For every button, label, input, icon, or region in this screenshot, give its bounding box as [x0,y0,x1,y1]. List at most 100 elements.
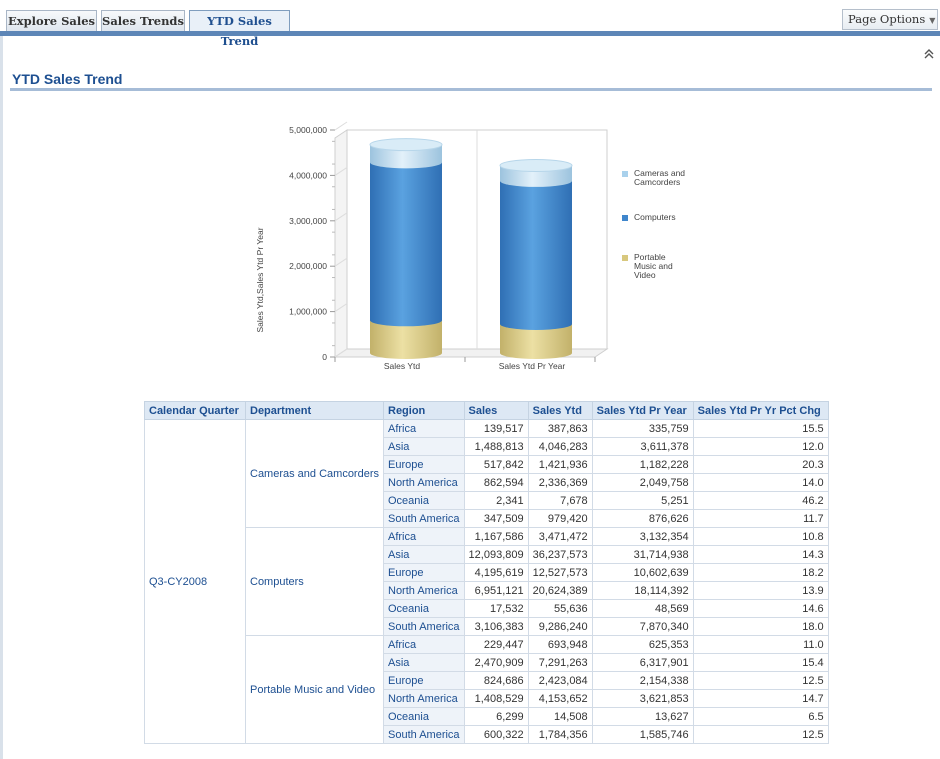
legend-swatch [622,171,628,177]
sales-ytd-cell: 979,420 [527,509,593,528]
region-cell[interactable]: South America [383,617,465,636]
col-header-sales[interactable]: Sales [463,401,529,420]
plot-left-wall [334,129,348,358]
double-chevron-up-icon[interactable] [922,48,936,62]
sales-ytd-pr-year-cell: 1,182,228 [591,455,694,474]
sales-ytd-cell: 36,237,573 [527,545,593,564]
sales-ytd-cell: 4,153,652 [527,689,593,708]
region-cell[interactable]: South America [383,725,465,744]
page-options-button[interactable]: Page Options ▼ [842,9,938,30]
region-cell[interactable]: Asia [383,437,465,456]
sales-ytd-cell: 387,863 [527,419,593,438]
region-cell[interactable]: Africa [383,419,465,438]
region-cell[interactable]: Oceania [383,707,465,726]
tab-bar: Explore Sales Sales Trends YTD Sales Tre… [0,0,940,48]
pct-chg-cell: 14.6 [692,599,829,618]
legend-label: Portable Music and Video [634,252,673,280]
col-header-department[interactable]: Department [245,401,384,420]
region-cell[interactable]: Africa [383,635,465,654]
tab-ytd-sales-trend[interactable]: YTD Sales Trend [189,10,290,48]
page-options-label: Page Options [848,12,926,26]
bar-segment-base [500,347,572,359]
sales-cell: 824,686 [463,671,529,690]
sales-cell: 1,167,586 [463,527,529,546]
tab-explore-sales[interactable]: Explore Sales [6,10,97,31]
region-cell[interactable]: Asia [383,653,465,672]
sales-cell: 2,341 [463,491,529,510]
region-cell[interactable]: South America [383,509,465,528]
sales-cell: 600,322 [463,725,529,744]
y-tick-label: 1,000,000 [289,307,327,317]
sales-ytd-cell: 9,286,240 [527,617,593,636]
bar-segment-base [370,156,442,169]
bar-segment[interactable] [500,180,572,324]
col-header-sales-ytd-pr-yr-pct-chg[interactable]: Sales Ytd Pr Yr Pct Chg [692,401,829,420]
sales-ytd-pr-year-cell: 876,626 [591,509,694,528]
pct-chg-cell: 20.3 [692,455,829,474]
sales-cell: 6,299 [463,707,529,726]
department-cell[interactable]: Portable Music and Video [245,635,384,744]
department-cell[interactable]: Computers [245,527,384,636]
region-cell[interactable]: Europe [383,455,465,474]
sales-ytd-pr-year-cell: 335,759 [591,419,694,438]
region-cell[interactable]: Europe [383,563,465,582]
pct-chg-cell: 18.0 [692,617,829,636]
col-header-region[interactable]: Region [383,401,465,420]
sales-ytd-pr-year-cell: 10,602,639 [591,563,694,582]
sales-cell: 139,517 [463,419,529,438]
region-cell[interactable]: Africa [383,527,465,546]
sales-cell: 1,408,529 [463,689,529,708]
sales-cell: 12,093,809 [463,545,529,564]
pct-chg-cell: 15.5 [692,419,829,438]
pct-chg-cell: 11.0 [692,635,829,654]
sales-ytd-pr-year-cell: 5,251 [591,491,694,510]
sales-ytd-cell: 3,471,472 [527,527,593,546]
region-cell[interactable]: Asia [383,545,465,564]
legend-label: Computers [634,212,676,222]
x-category-label: Sales Ytd [384,361,421,371]
sales-ytd-cell: 12,527,573 [527,563,593,582]
col-header-calendar-quarter[interactable]: Calendar Quarter [144,401,246,420]
sales-cell: 3,106,383 [463,617,529,636]
sales-ytd-pr-year-cell: 48,569 [591,599,694,618]
sales-ytd-cell: 1,784,356 [527,725,593,744]
region-cell[interactable]: Oceania [383,599,465,618]
sales-cell: 4,195,619 [463,563,529,582]
sales-ytd-pr-year-cell: 3,611,378 [591,437,694,456]
bar-segment-base [370,314,442,327]
sales-ytd-pr-year-cell: 2,049,758 [591,473,694,492]
legend-label: Cameras and Camcorders [634,168,685,187]
bar-segment-base [500,174,572,187]
y-tick-label: 4,000,000 [289,170,327,180]
table-row: Portable Music and Video Africa 229,447 693… [145,635,829,744]
region-cell[interactable]: North America [383,473,465,492]
pct-chg-cell: 12.5 [692,725,829,744]
tab-sales-trends[interactable]: Sales Trends [101,10,185,31]
sales-ytd-pr-year-cell: 18,114,392 [591,581,694,600]
bar-segment[interactable] [370,162,442,321]
x-category-label: Sales Ytd Pr Year [499,361,566,371]
pct-chg-cell: 18.2 [692,563,829,582]
region-cell[interactable]: North America [383,581,465,600]
legend-swatch [622,215,628,221]
col-header-sales-ytd[interactable]: Sales Ytd [527,401,593,420]
sales-ytd-pr-year-cell: 7,870,340 [591,617,694,636]
table-row: Q3-CY2008 Cameras and Camcorders Africa 139… [144,419,829,744]
sales-ytd-pr-year-cell: 2,154,338 [591,671,694,690]
sales-cell: 347,509 [463,509,529,528]
sales-cell: 862,594 [463,473,529,492]
bar-segment-base [370,347,442,359]
sales-ytd-cell: 7,678 [527,491,593,510]
sales-ytd-pr-year-cell: 13,627 [591,707,694,726]
quarter-cell[interactable]: Q3-CY2008 [144,419,246,744]
department-cell[interactable]: Cameras and Camcorders [245,419,384,528]
region-cell[interactable]: Oceania [383,491,465,510]
region-cell[interactable]: Europe [383,671,465,690]
region-cell[interactable]: North America [383,689,465,708]
y-axis-label: Sales Ytd,Sales Ytd Pr Year [255,227,265,332]
col-header-sales-ytd-pr-year[interactable]: Sales Ytd Pr Year [591,401,694,420]
sales-cell: 6,951,121 [463,581,529,600]
sales-ytd-pr-year-cell: 625,353 [591,635,694,654]
pct-chg-cell: 14.7 [692,689,829,708]
bar-top-cap [369,138,443,152]
